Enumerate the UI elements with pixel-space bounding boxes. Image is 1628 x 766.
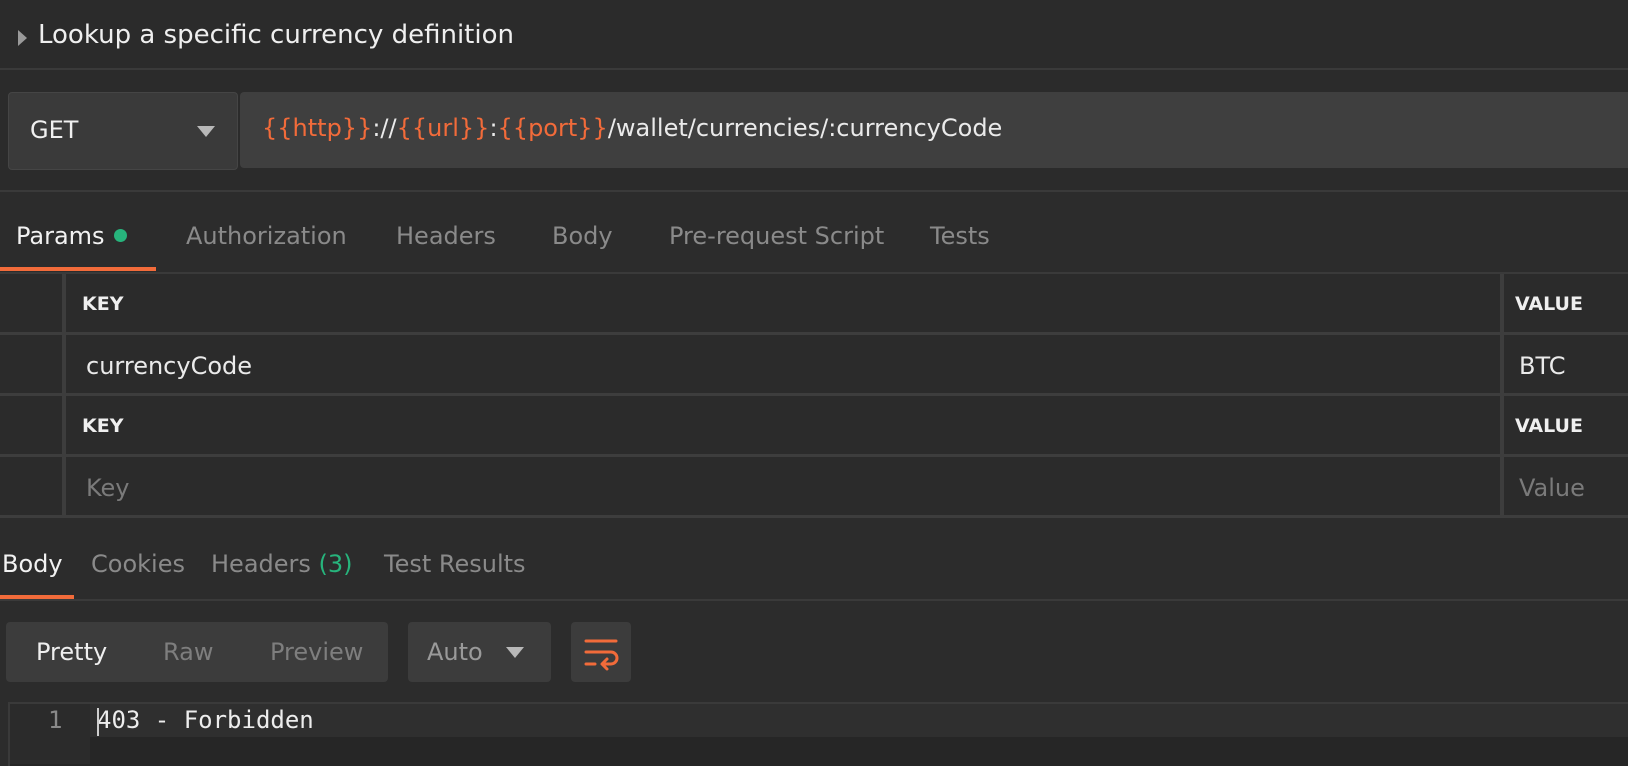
tab-authorization[interactable]: Authorization [186, 222, 347, 250]
response-tab-headers[interactable]: Headers (3) [211, 550, 353, 578]
query-params-header-row [0, 396, 1628, 457]
active-tab-underline [0, 267, 156, 271]
url-path: /wallet/currencies/:currencyCode [607, 114, 1003, 142]
column-divider[interactable] [1500, 274, 1504, 332]
url-variable-http: {{http}} [262, 114, 373, 142]
response-tab-headers-label: Headers [211, 550, 311, 578]
raw-button[interactable]: Raw [163, 638, 213, 666]
response-tab-test-results[interactable]: Test Results [384, 550, 526, 578]
tab-pre-request-script[interactable]: Pre-request Script [669, 222, 884, 250]
text-cursor [97, 708, 99, 736]
chevron-down-icon[interactable] [197, 126, 215, 137]
column-divider [62, 396, 66, 454]
column-divider [62, 274, 66, 332]
table-row [0, 457, 1628, 518]
params-indicator-dot [113, 228, 127, 242]
column-divider [62, 335, 66, 393]
chevron-down-icon[interactable] [506, 647, 524, 658]
key-column-header: KEY [82, 293, 124, 315]
response-tab-body[interactable]: Body [2, 550, 63, 578]
value-column-header: VALUE [1515, 415, 1583, 437]
tabs-divider [0, 599, 1628, 601]
line-number: 1 [48, 706, 63, 734]
word-wrap-button[interactable] [571, 622, 631, 682]
response-body-text[interactable]: 403 - Forbidden [97, 706, 314, 734]
url-separator: :// [372, 114, 397, 142]
tab-tests[interactable]: Tests [930, 222, 990, 250]
caret-right-icon[interactable] [18, 30, 27, 46]
column-divider[interactable] [1500, 457, 1504, 515]
pretty-button[interactable]: Pretty [36, 638, 107, 666]
language-select-label: Auto [427, 638, 483, 666]
tab-params[interactable]: Params [16, 222, 127, 250]
tab-headers[interactable]: Headers [396, 222, 496, 250]
response-tab-cookies[interactable]: Cookies [91, 550, 185, 578]
tab-params-label: Params [16, 222, 105, 250]
url-variable-url: {{url}} [396, 114, 490, 142]
active-line-highlight [90, 704, 1628, 737]
preview-button[interactable]: Preview [270, 638, 363, 666]
param-key-cell[interactable]: currencyCode [86, 352, 252, 380]
key-column-header: KEY [82, 415, 124, 437]
active-tab-underline [0, 595, 74, 599]
path-variables-header-row [0, 274, 1628, 335]
tab-body[interactable]: Body [552, 222, 613, 250]
column-divider [62, 457, 66, 515]
url-variable-port: {{port}} [497, 114, 608, 142]
request-title[interactable]: Lookup a specific currency definition [38, 20, 514, 50]
url-text[interactable]: {{http}}://{{url}}:{{port}}/wallet/curre… [262, 114, 1002, 142]
param-value-input[interactable]: Value [1519, 474, 1585, 502]
word-wrap-icon [584, 639, 619, 671]
column-divider[interactable] [1500, 396, 1504, 454]
method-label: GET [30, 116, 79, 144]
value-column-header: VALUE [1515, 293, 1583, 315]
column-divider[interactable] [1500, 335, 1504, 393]
url-separator: : [489, 114, 498, 142]
param-key-input[interactable]: Key [86, 474, 130, 502]
headers-count-badge: (3) [318, 550, 353, 578]
param-value-cell[interactable]: BTC [1519, 352, 1565, 380]
